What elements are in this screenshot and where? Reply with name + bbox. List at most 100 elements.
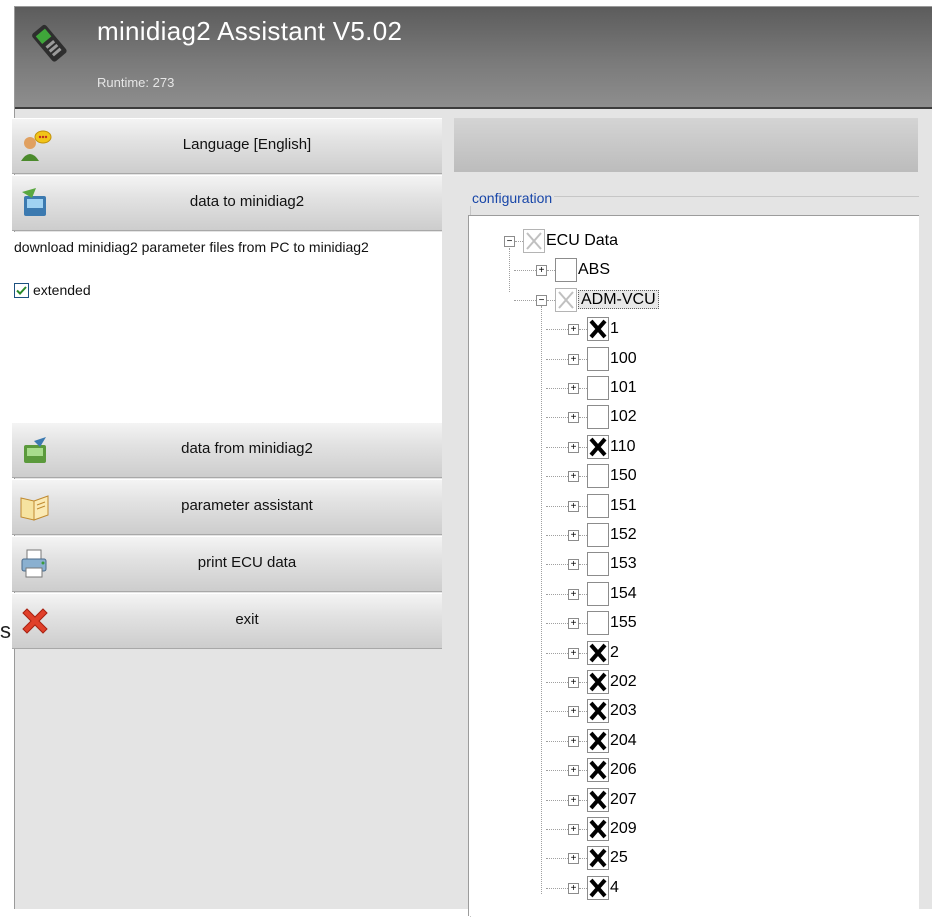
item-label[interactable]: 2	[610, 644, 619, 662]
item-label[interactable]: 203	[610, 702, 637, 720]
extended-label: extended	[33, 282, 91, 298]
parameter-assistant-button[interactable]: parameter assistant	[12, 479, 442, 535]
item-checkbox[interactable]	[587, 728, 609, 753]
check-cross-icon	[589, 819, 607, 839]
tree-connector	[579, 887, 587, 889]
configuration-legend: configuration	[470, 190, 555, 206]
item-expander-plus-icon[interactable]: +	[568, 618, 579, 630]
item-checkbox[interactable]	[587, 376, 609, 400]
item-expander-plus-icon[interactable]: +	[568, 559, 579, 571]
item-checkbox[interactable]	[587, 817, 609, 841]
item-expander-plus-icon[interactable]: +	[568, 324, 579, 336]
close-icon	[22, 608, 48, 634]
item-label[interactable]: 150	[610, 467, 637, 485]
item-expander-plus-icon[interactable]: +	[568, 383, 579, 394]
item-checkbox[interactable]	[587, 346, 609, 371]
item-expander-plus-icon[interactable]: +	[568, 647, 579, 659]
item-label[interactable]: 206	[610, 761, 637, 779]
tree-connector	[579, 564, 587, 566]
item-checkbox[interactable]	[587, 846, 609, 871]
print-button[interactable]: print ECU data	[12, 536, 442, 592]
item-checkbox[interactable]	[587, 699, 609, 724]
tree-connector	[546, 740, 568, 742]
item-expander-plus-icon[interactable]: +	[568, 412, 579, 424]
item-expander-plus-icon[interactable]: +	[568, 824, 579, 835]
ecu-tree[interactable]: − ECU Data + ABS − ADM-VCU +1 +100 +101 +102 +1…	[468, 215, 919, 916]
item-expander-plus-icon[interactable]: +	[568, 853, 579, 865]
item-label[interactable]: 25	[610, 849, 628, 867]
item-checkbox[interactable]	[587, 581, 609, 606]
item-label[interactable]: 209	[610, 820, 637, 838]
language-button[interactable]: Language [English]	[12, 118, 442, 174]
tree-connector	[546, 770, 568, 772]
item-checkbox[interactable]	[587, 640, 609, 665]
item-expander-plus-icon[interactable]: +	[568, 500, 579, 512]
tree-connector	[546, 887, 568, 889]
item-expander-plus-icon[interactable]: +	[568, 441, 579, 453]
item-label[interactable]: 151	[610, 497, 637, 515]
check-cross-icon	[589, 878, 607, 898]
item-label[interactable]: 202	[610, 673, 637, 691]
group-expander-plus-icon[interactable]: +	[536, 265, 547, 277]
item-label[interactable]: 1	[610, 320, 619, 338]
tree-connector	[579, 829, 587, 830]
title-header: minidiag2 Assistant V5.02 Runtime: 273	[15, 7, 932, 109]
tree-connector	[546, 329, 568, 331]
item-checkbox[interactable]	[587, 670, 609, 694]
item-label[interactable]: 4	[610, 879, 619, 897]
data-from-minidiag-button[interactable]: data from minidiag2	[12, 422, 442, 478]
group-label[interactable]: ABS	[578, 261, 610, 279]
item-expander-plus-icon[interactable]: +	[568, 735, 579, 747]
tree-connector	[579, 652, 587, 654]
item-label[interactable]: 110	[610, 438, 636, 456]
item-label[interactable]: 155	[610, 614, 637, 632]
item-label[interactable]: 101	[610, 379, 637, 397]
item-expander-plus-icon[interactable]: +	[568, 882, 579, 894]
item-checkbox[interactable]	[587, 464, 609, 489]
tree-connector	[546, 476, 568, 478]
item-checkbox[interactable]	[587, 317, 609, 342]
item-label[interactable]: 154	[610, 585, 637, 603]
item-checkbox[interactable]	[587, 787, 609, 812]
extended-checkbox[interactable]	[14, 282, 29, 298]
check-cross-icon	[589, 790, 607, 809]
tree-connector	[579, 740, 587, 742]
item-checkbox[interactable]	[587, 493, 609, 518]
root-expander-minus-icon[interactable]: −	[504, 236, 515, 247]
item-expander-plus-icon[interactable]: +	[568, 706, 579, 718]
item-label[interactable]: 102	[610, 408, 637, 426]
exit-button[interactable]: exit	[12, 593, 442, 649]
item-label[interactable]: 153	[610, 555, 637, 573]
checkmark-icon	[16, 285, 27, 295]
item-checkbox[interactable]	[587, 611, 609, 636]
item-expander-plus-icon[interactable]: +	[568, 530, 579, 541]
item-label[interactable]: 207	[610, 791, 637, 809]
item-label[interactable]: 100	[610, 350, 637, 368]
minidiag-device-icon	[32, 24, 67, 62]
group-label[interactable]: ADM-VCU	[578, 289, 659, 309]
item-expander-plus-icon[interactable]: +	[568, 471, 579, 483]
item-label[interactable]: 204	[610, 732, 637, 750]
item-expander-plus-icon[interactable]: +	[568, 677, 579, 688]
item-expander-plus-icon[interactable]: +	[568, 794, 579, 806]
grey-cross-icon	[526, 232, 542, 250]
item-expander-plus-icon[interactable]: +	[568, 765, 579, 777]
item-expander-plus-icon[interactable]: +	[568, 353, 579, 365]
item-expander-plus-icon[interactable]: +	[568, 588, 579, 600]
item-checkbox[interactable]	[587, 875, 609, 900]
item-checkbox[interactable]	[587, 758, 609, 783]
item-checkbox[interactable]	[587, 434, 609, 459]
group-checkbox[interactable]	[555, 287, 577, 312]
item-checkbox[interactable]	[587, 523, 609, 547]
extended-option[interactable]: extended	[14, 282, 440, 298]
item-label[interactable]: 152	[610, 526, 637, 544]
group-expander-minus-icon[interactable]: −	[536, 294, 547, 306]
tree-connector	[546, 682, 568, 683]
item-checkbox[interactable]	[587, 552, 609, 577]
upload-device-icon	[22, 188, 46, 216]
data-to-minidiag-button[interactable]: data to minidiag2	[12, 175, 442, 231]
tree-connector	[546, 623, 568, 625]
item-checkbox[interactable]	[587, 405, 609, 430]
group-checkbox[interactable]	[555, 258, 577, 283]
root-checkbox[interactable]	[523, 229, 545, 253]
